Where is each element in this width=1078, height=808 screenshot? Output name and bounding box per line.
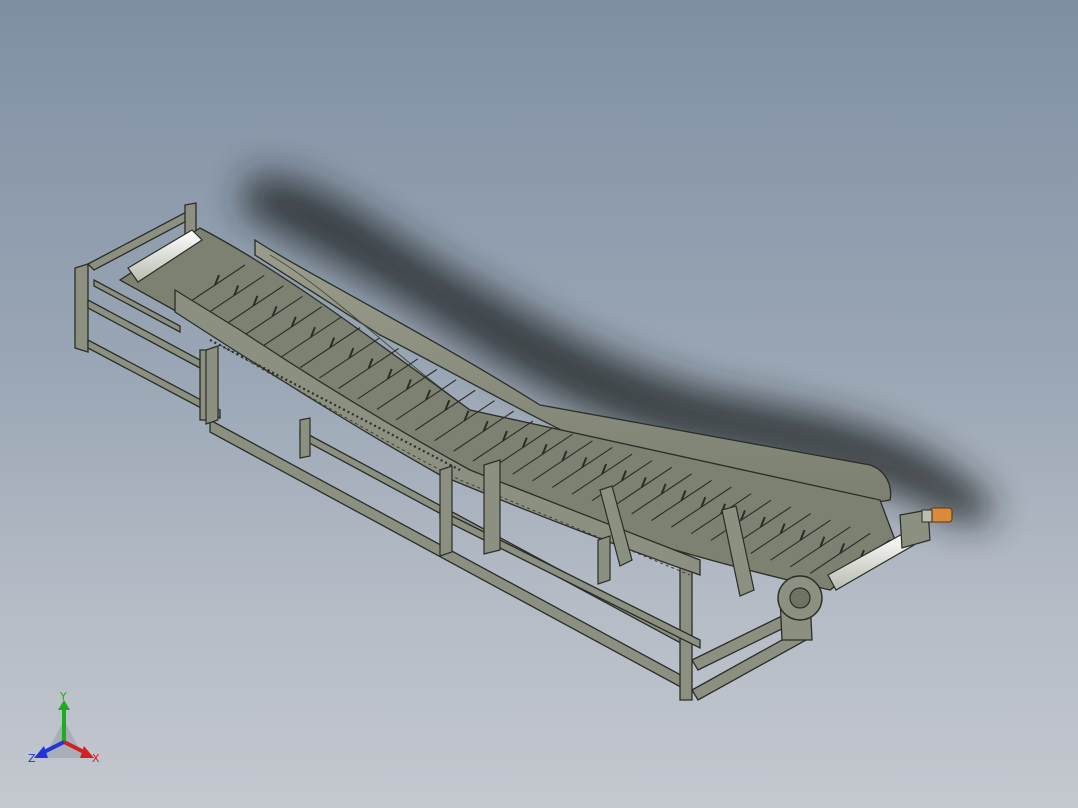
conveyor-model[interactable] bbox=[0, 0, 1078, 808]
triad-x-label: X bbox=[92, 752, 100, 765]
triad-z-label: Z bbox=[28, 752, 36, 765]
triad-svg: Y X Z bbox=[28, 690, 100, 765]
3d-viewport[interactable]: Y X Z bbox=[0, 0, 1078, 808]
drive-sprocket bbox=[777, 575, 823, 621]
motor-coupling bbox=[921, 507, 953, 523]
triad-y-label: Y bbox=[59, 692, 67, 703]
coordinate-triad: Y X Z bbox=[22, 690, 112, 772]
